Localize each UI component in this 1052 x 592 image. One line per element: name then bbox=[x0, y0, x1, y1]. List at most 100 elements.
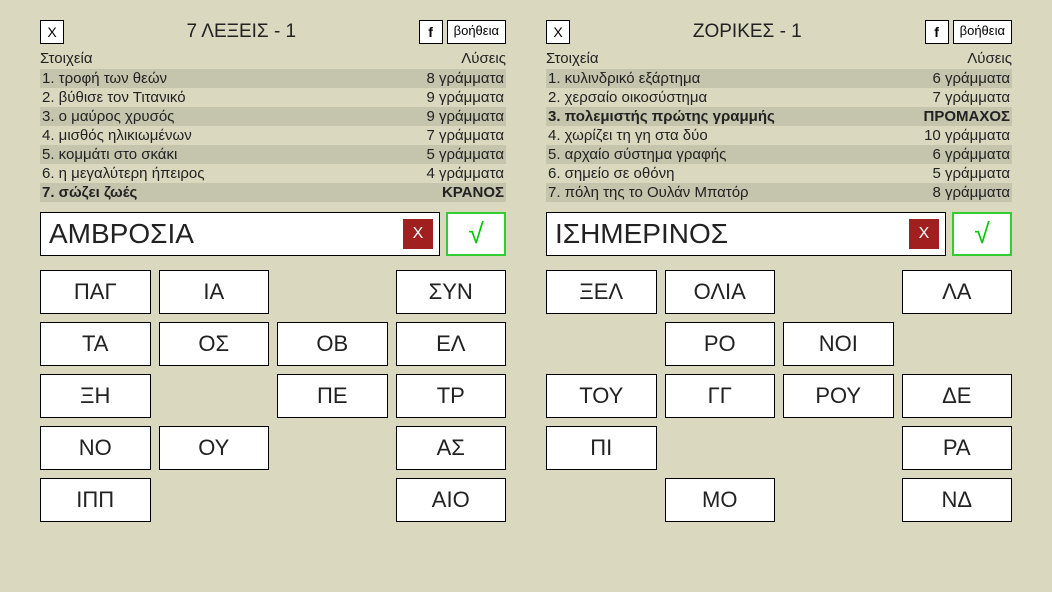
clue-list: 1. τροφή των θεών8 γράμματα2. βύθισε τον… bbox=[40, 69, 506, 202]
header-row: X ΖΟΡΙΚΕΣ - 1 fβοήθεια bbox=[546, 20, 1012, 44]
syllable-tile[interactable]: ΠΙ bbox=[546, 426, 657, 470]
game-panel: X ΖΟΡΙΚΕΣ - 1 fβοήθεια Στοιχεία Λύσεις 1. κυλ… bbox=[546, 20, 1012, 572]
clue-text: 4. χωρίζει τη γη στα δύο bbox=[548, 127, 708, 144]
syllable-tile[interactable]: ΡΟΥ bbox=[783, 374, 894, 418]
clue-text: 7. πόλη της το Ουλάν Μπατόρ bbox=[548, 184, 749, 201]
syllable-tile[interactable]: ΞΕΛ bbox=[546, 270, 657, 314]
clue-text: 3. ο μαύρος χρυσός bbox=[42, 108, 174, 125]
clue-text: 4. μισθός ηλικιωμένων bbox=[42, 127, 192, 144]
game-panel: X7 ΛΕΞΕΙΣ - 1fβοήθεια Στοιχεία Λύσεις 1. τρ… bbox=[40, 20, 506, 572]
clue-row[interactable]: 5. κομμάτι στο σκάκι 5 γράμματα bbox=[40, 145, 506, 164]
syllable-tile[interactable]: ΝΔ bbox=[902, 478, 1013, 522]
syllable-tile[interactable]: ΤΟΥ bbox=[546, 374, 657, 418]
syllable-tile[interactable]: ΑΣ bbox=[396, 426, 507, 470]
column-labels: Στοιχεία Λύσεις bbox=[546, 50, 1012, 67]
header-row: X7 ΛΕΞΕΙΣ - 1fβοήθεια bbox=[40, 20, 506, 44]
answer-input[interactable]: ΑΜΒΡΟΣΙΑ X bbox=[40, 212, 440, 256]
help-button[interactable]: βοήθεια bbox=[447, 20, 506, 44]
syllable-tile[interactable]: ΣΥΝ bbox=[396, 270, 507, 314]
clue-text: 5. κομμάτι στο σκάκι bbox=[42, 146, 177, 163]
facebook-button[interactable]: f bbox=[419, 20, 443, 44]
column-labels: Στοιχεία Λύσεις bbox=[40, 50, 506, 67]
syllable-tile[interactable]: ΛΑ bbox=[902, 270, 1013, 314]
clear-button[interactable]: X bbox=[909, 219, 939, 249]
clue-row[interactable]: 4. χωρίζει τη γη στα δύο 10 γράμματα bbox=[546, 126, 1012, 145]
syllable-tile[interactable]: ΓΓ bbox=[665, 374, 776, 418]
panel-title: ΖΟΡΙΚΕΣ - 1 bbox=[693, 21, 802, 43]
clue-solution: 6 γράμματα bbox=[932, 146, 1010, 163]
clue-row[interactable]: 3. ο μαύρος χρυσός 9 γράμματα bbox=[40, 107, 506, 126]
close-button[interactable]: X bbox=[546, 20, 570, 44]
clue-row[interactable]: 5. αρχαίο σύστημα γραφής 6 γράμματα bbox=[546, 145, 1012, 164]
clue-text: 3. πολεμιστής πρώτης γραμμής bbox=[548, 108, 775, 125]
column-label-clues: Στοιχεία bbox=[546, 50, 599, 67]
syllable-tile[interactable]: ΠΕ bbox=[277, 374, 388, 418]
syllable-tile[interactable]: ΡΑ bbox=[902, 426, 1013, 470]
answer-input[interactable]: ΙΣΗΜΕΡΙΝΟΣ X bbox=[546, 212, 946, 256]
tile-grid: ΞΕΛΟΛΙΑ ΛΑ ΡΟΝΟΙ ΤΟΥΓΓΡΟΥΔΕ ΠΙ ΡΑ ΜΟ ΝΔ bbox=[546, 270, 1012, 522]
clue-text: 2. βύθισε τον Τιτανικό bbox=[42, 89, 186, 106]
clue-row[interactable]: 1. τροφή των θεών 8 γράμματα bbox=[40, 69, 506, 88]
clue-row[interactable]: 1. κυλινδρικό εξάρτημα 6 γράμματα bbox=[546, 69, 1012, 88]
clue-solution: 6 γράμματα bbox=[932, 70, 1010, 87]
clue-solution: 4 γράμματα bbox=[426, 165, 504, 182]
clue-solution: 7 γράμματα bbox=[932, 89, 1010, 106]
syllable-tile[interactable]: ΠΑΓ bbox=[40, 270, 151, 314]
syllable-tile[interactable]: ΤΑ bbox=[40, 322, 151, 366]
syllable-tile[interactable]: ΟΒ bbox=[277, 322, 388, 366]
syllable-tile[interactable]: ΝΟ bbox=[40, 426, 151, 470]
clue-text: 1. κυλινδρικό εξάρτημα bbox=[548, 70, 700, 87]
clue-text: 2. χερσαίο οικοσύστημα bbox=[548, 89, 707, 106]
syllable-tile[interactable]: ΔΕ bbox=[902, 374, 1013, 418]
column-label-clues: Στοιχεία bbox=[40, 50, 93, 67]
clue-row[interactable]: 7. σώζει ζωές ΚΡΑΝΟΣ bbox=[40, 183, 506, 202]
clue-row[interactable]: 7. πόλη της το Ουλάν Μπατόρ 8 γράμματα bbox=[546, 183, 1012, 202]
syllable-tile[interactable]: ΡΟ bbox=[665, 322, 776, 366]
syllable-tile[interactable]: ΑΙΟ bbox=[396, 478, 507, 522]
syllable-tile[interactable]: ΤΡ bbox=[396, 374, 507, 418]
clue-row[interactable]: 6. η μεγαλύτερη ήπειρος4 γράμματα bbox=[40, 164, 506, 183]
close-button[interactable]: X bbox=[40, 20, 64, 44]
tile-grid: ΠΑΓΙΑ ΣΥΝ ΤΑΟΣΟΒΕΛ ΞΗ ΠΕΤΡ ΝΟΟΥ ΑΣ ΙΠΠ ΑΙΟ bbox=[40, 270, 506, 522]
clue-text: 5. αρχαίο σύστημα γραφής bbox=[548, 146, 726, 163]
clue-list: 1. κυλινδρικό εξάρτημα6 γράμματα2. χερσα… bbox=[546, 69, 1012, 202]
clue-solution: 8 γράμματα bbox=[932, 184, 1010, 201]
column-label-solutions: Λύσεις bbox=[461, 50, 506, 67]
clue-solution: ΚΡΑΝΟΣ bbox=[442, 184, 504, 201]
column-label-solutions: Λύσεις bbox=[967, 50, 1012, 67]
answer-text: ΙΣΗΜΕΡΙΝΟΣ bbox=[555, 218, 728, 250]
facebook-button[interactable]: f bbox=[925, 20, 949, 44]
clue-row[interactable]: 2. χερσαίο οικοσύστημα 7 γράμματα bbox=[546, 88, 1012, 107]
clue-solution: 5 γράμματα bbox=[932, 165, 1010, 182]
clue-text: 1. τροφή των θεών bbox=[42, 70, 167, 87]
syllable-tile[interactable]: ΞΗ bbox=[40, 374, 151, 418]
clue-solution: 10 γράμματα bbox=[924, 127, 1010, 144]
help-button[interactable]: βοήθεια bbox=[953, 20, 1012, 44]
clue-text: 7. σώζει ζωές bbox=[42, 184, 137, 201]
syllable-tile[interactable]: ΝΟΙ bbox=[783, 322, 894, 366]
clue-row[interactable]: 2. βύθισε τον Τιτανικό 9 γράμματα bbox=[40, 88, 506, 107]
input-row: ΑΜΒΡΟΣΙΑ X √ bbox=[40, 212, 506, 256]
syllable-tile[interactable]: ΕΛ bbox=[396, 322, 507, 366]
syllable-tile[interactable]: ΟΛΙΑ bbox=[665, 270, 776, 314]
clue-solution: 8 γράμματα bbox=[426, 70, 504, 87]
clue-solution: 9 γράμματα bbox=[426, 89, 504, 106]
header-right-buttons: fβοήθεια bbox=[925, 20, 1012, 44]
clue-row[interactable]: 3. πολεμιστής πρώτης γραμμήςΠΡΟΜΑΧΟΣ bbox=[546, 107, 1012, 126]
syllable-tile[interactable]: ΙΑ bbox=[159, 270, 270, 314]
input-row: ΙΣΗΜΕΡΙΝΟΣ X √ bbox=[546, 212, 1012, 256]
clue-solution: 5 γράμματα bbox=[426, 146, 504, 163]
clue-solution: 9 γράμματα bbox=[426, 108, 504, 125]
syllable-tile[interactable]: ΜΟ bbox=[665, 478, 776, 522]
header-right-buttons: fβοήθεια bbox=[419, 20, 506, 44]
syllable-tile[interactable]: ΙΠΠ bbox=[40, 478, 151, 522]
answer-text: ΑΜΒΡΟΣΙΑ bbox=[49, 218, 194, 250]
syllable-tile[interactable]: ΟΥ bbox=[159, 426, 270, 470]
clue-row[interactable]: 4. μισθός ηλικιωμένων7 γράμματα bbox=[40, 126, 506, 145]
clue-row[interactable]: 6. σημείο σε οθόνη 5 γράμματα bbox=[546, 164, 1012, 183]
submit-button[interactable]: √ bbox=[952, 212, 1012, 256]
submit-button[interactable]: √ bbox=[446, 212, 506, 256]
clue-text: 6. σημείο σε οθόνη bbox=[548, 165, 674, 182]
clear-button[interactable]: X bbox=[403, 219, 433, 249]
syllable-tile[interactable]: ΟΣ bbox=[159, 322, 270, 366]
